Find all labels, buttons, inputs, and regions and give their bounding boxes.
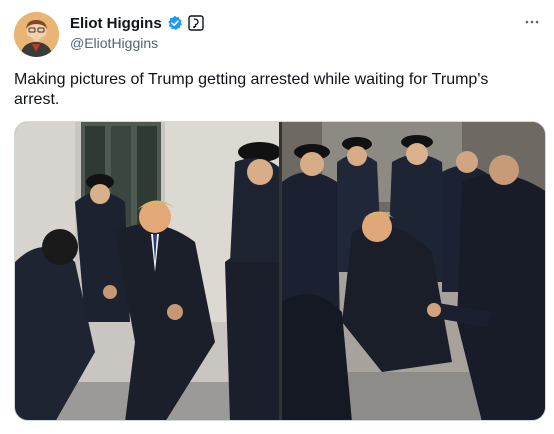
author-name-row: Eliot Higgins — [70, 13, 204, 33]
tweet-text: Making pictures of Trump getting arreste… — [14, 71, 489, 108]
more-horizontal-icon[interactable] — [524, 14, 540, 30]
display-name[interactable]: Eliot Higgins — [70, 15, 162, 32]
tweet-card: Eliot Higgins @EliotHiggins Making pictu… — [0, 0, 554, 434]
avatar-caricature-icon — [14, 12, 59, 57]
affiliate-badge-icon[interactable] — [187, 15, 204, 31]
avatar[interactable] — [14, 12, 59, 57]
ai-image-left[interactable] — [15, 122, 279, 420]
author-handle[interactable]: @EliotHiggins — [70, 35, 158, 51]
media-grid — [14, 121, 546, 421]
verified-badge-icon — [167, 15, 183, 31]
ai-image-right[interactable] — [282, 122, 545, 420]
